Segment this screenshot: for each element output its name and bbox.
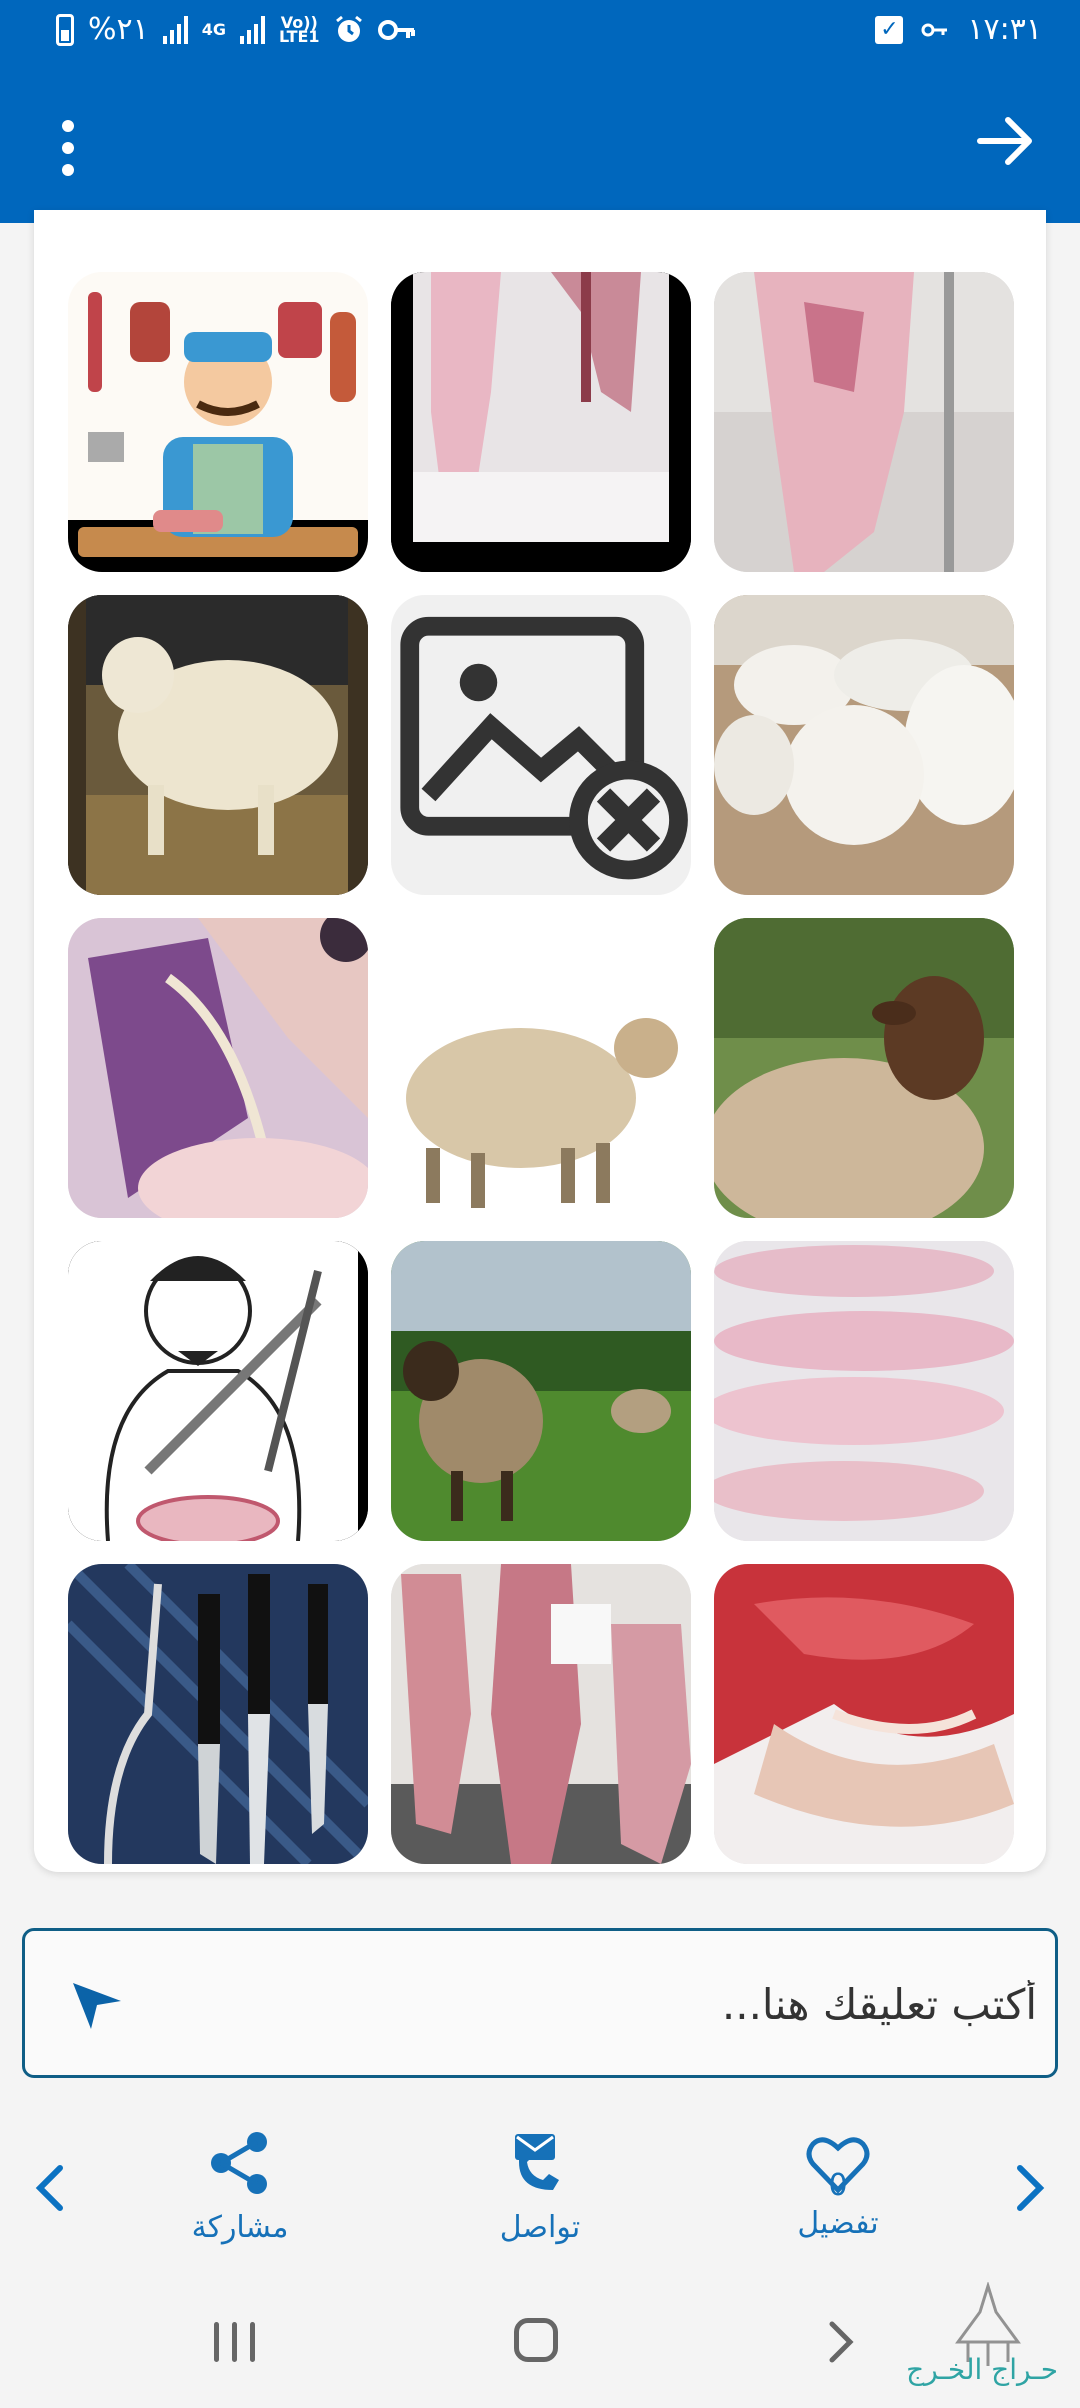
gallery-image[interactable] xyxy=(714,595,1014,895)
sheep-on-white-image xyxy=(391,918,691,1218)
gallery-image[interactable] xyxy=(391,1241,691,1541)
home-button[interactable] xyxy=(514,2318,558,2362)
favorite-count: 0 xyxy=(828,2168,848,2203)
comment-box xyxy=(22,1928,1058,2078)
lte-label: LTE1 xyxy=(279,26,320,46)
favorite-icon-wrap: 0 xyxy=(803,2128,873,2203)
top-bar: %٢١ 4G Vo)) LTE1 ✓ ١٧:٣١ xyxy=(0,0,1080,223)
hanging-carcass-image xyxy=(391,272,691,572)
volte-indicator: Vo)) LTE1 xyxy=(279,14,320,46)
carcasses-on-table-image xyxy=(714,1241,1014,1541)
watermark-text: حـراج الخـرج xyxy=(906,2353,1058,2386)
flock-of-white-sheep-image xyxy=(714,595,1014,895)
gallery-image[interactable] xyxy=(68,272,368,572)
share-button[interactable]: مشاركة xyxy=(140,2128,340,2245)
hanging-carcass-closeup-image xyxy=(714,272,1014,572)
gallery-image[interactable] xyxy=(68,1241,368,1541)
gallery-image[interactable] xyxy=(714,1241,1014,1541)
contact-label: تواصل xyxy=(499,2210,581,2245)
battery-icon xyxy=(56,13,74,46)
recents-button[interactable] xyxy=(214,2322,258,2362)
gallery-image[interactable] xyxy=(391,272,691,572)
system-nav-bar: حـراج الخـرج xyxy=(0,2272,1080,2408)
white-sheep-in-pen-image xyxy=(68,595,368,895)
comment-input[interactable] xyxy=(135,1931,1039,2077)
key-icon xyxy=(921,23,948,36)
signal-icon-2 xyxy=(240,15,266,44)
status-bar: %٢١ 4G Vo)) LTE1 ✓ ١٧:٣١ xyxy=(0,0,1080,66)
status-left: %٢١ 4G Vo)) LTE1 xyxy=(56,12,416,47)
status-right: ✓ ١٧:٣١ xyxy=(875,12,1042,47)
favorite-label: تفضيل xyxy=(797,2206,879,2241)
share-label: مشاركة xyxy=(191,2210,289,2245)
app-bar xyxy=(0,66,1080,223)
status-time: ١٧:٣١ xyxy=(967,12,1042,47)
broken-image-icon xyxy=(400,616,688,880)
gallery-image[interactable] xyxy=(68,918,368,1218)
alarm-icon xyxy=(335,15,362,42)
signal-icon xyxy=(162,15,188,44)
brown-head-sheep-image xyxy=(714,918,1014,1218)
sheep-in-field-image xyxy=(391,1241,691,1541)
action-bar: مشاركة تواصل 0 تفضيل xyxy=(0,2100,1080,2270)
checkbox-notification-icon: ✓ xyxy=(875,15,904,44)
gallery-image[interactable] xyxy=(714,918,1014,1218)
meat-closeup-image xyxy=(68,918,368,1218)
watermark: حـراج الخـرج xyxy=(898,2282,1068,2402)
battery-percent: %٢١ xyxy=(88,12,149,47)
chevron-left-icon[interactable] xyxy=(30,2160,70,2216)
send-icon[interactable] xyxy=(67,1973,127,2033)
contact-button[interactable]: تواصل xyxy=(440,2128,640,2245)
favorite-button[interactable]: 0 تفضيل xyxy=(738,2128,938,2241)
more-vert-icon[interactable] xyxy=(50,120,88,180)
chevron-right-icon[interactable] xyxy=(1010,2160,1050,2216)
gallery-image[interactable] xyxy=(391,918,691,1218)
gallery-card xyxy=(34,210,1046,1872)
knives-and-hook-image xyxy=(68,1564,368,1864)
arrow-forward-icon[interactable] xyxy=(972,108,1038,174)
gallery-image[interactable] xyxy=(68,1564,368,1864)
share-icon xyxy=(211,2132,267,2194)
vpn-key-icon xyxy=(377,19,415,40)
contact-icon xyxy=(515,2134,559,2190)
raw-meat-closeup-image xyxy=(714,1564,1014,1864)
gallery-image[interactable] xyxy=(714,1564,1014,1864)
gallery-image[interactable] xyxy=(714,272,1014,572)
network-type: 4G xyxy=(201,19,227,39)
carcasses-in-slaughterhouse-image xyxy=(391,1564,691,1864)
butcher-cartoon-image xyxy=(68,272,368,572)
gallery-image[interactable] xyxy=(391,1564,691,1864)
system-back-icon[interactable] xyxy=(826,2318,856,2366)
chef-cartoon-knives-image xyxy=(68,1241,368,1541)
broken-image-placeholder xyxy=(391,595,691,895)
gallery-image[interactable] xyxy=(68,595,368,895)
